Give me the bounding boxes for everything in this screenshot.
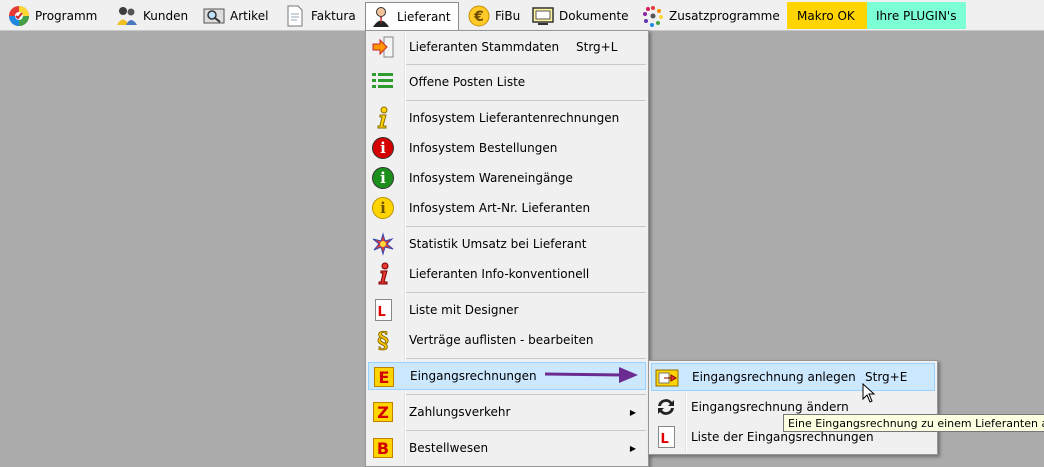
menu-item-label: Bestellwesen xyxy=(409,441,489,455)
menu-label: Artikel xyxy=(230,8,269,23)
menu-lieferant[interactable]: Lieferant xyxy=(365,2,459,31)
submenu-arrow-icon: ▶ xyxy=(629,407,636,417)
menu-item-label: Offene Posten Liste xyxy=(409,75,526,89)
letter-z: Z xyxy=(373,402,393,422)
refresh-icon xyxy=(654,395,678,419)
menu-label: Lieferant xyxy=(397,10,451,24)
makro-ok-button[interactable]: Makro OK xyxy=(787,2,867,29)
letter-b: B xyxy=(373,438,393,458)
menu-item-lieferanten-info-konventionell[interactable]: Lieferanten Info-konventionell xyxy=(368,260,646,288)
list-document-icon: L xyxy=(654,425,678,449)
letter-b-icon: B xyxy=(371,436,395,460)
menu-item-label: Infosystem Lieferantenrechnungen xyxy=(409,111,620,125)
shortcut-text: Strg+L xyxy=(576,40,618,54)
colorful-circle-icon xyxy=(8,5,30,27)
menu-separator xyxy=(406,292,646,293)
menu-dokumente[interactable]: Dokumente xyxy=(528,2,632,29)
menu-programm[interactable]: Programm xyxy=(4,2,104,29)
letter-e: E xyxy=(374,367,394,387)
menu-item-lieferanten-stammdaten[interactable]: Lieferanten Stammdaten Strg+L xyxy=(368,33,646,61)
menu-fibu[interactable]: € FiBu xyxy=(464,2,524,29)
yellow-circle-info-icon: i xyxy=(371,196,395,220)
letter-z-icon: Z xyxy=(371,400,395,424)
menu-label: Dokumente xyxy=(559,8,629,23)
menu-label: Zusatzprogramme xyxy=(669,8,780,23)
invoice-add-icon xyxy=(655,366,679,390)
menu-separator xyxy=(406,430,646,431)
menu-item-bestellwesen[interactable]: B Bestellwesen ▶ xyxy=(368,434,646,462)
menu-item-infosystem-wareneingaenge[interactable]: i Infosystem Wareneingänge xyxy=(368,164,646,192)
menu-item-label: Statistik Umsatz bei Lieferant xyxy=(409,237,587,251)
menu-item-label: Liste mit Designer xyxy=(409,303,519,317)
menu-separator xyxy=(406,226,646,227)
shortcut-text: Strg+E xyxy=(865,370,908,384)
makro-label: Makro OK xyxy=(797,8,855,23)
red-info-icon: i xyxy=(371,136,395,160)
menu-item-label: Liste der Eingangsrechnungen xyxy=(691,430,874,444)
magnifier-box-icon xyxy=(203,5,225,27)
menu-item-eingangsrechnungen[interactable]: E Eingangsrechnungen xyxy=(368,362,646,390)
menu-label: Faktura xyxy=(311,8,356,23)
yellow-info-icon xyxy=(371,106,395,130)
menu-item-label: Infosystem Art-Nr. Lieferanten xyxy=(409,201,591,215)
green-info-icon: i xyxy=(371,166,395,190)
menu-separator xyxy=(406,394,646,395)
tooltip: Eine Eingangsrechnung zu einem Lieferant… xyxy=(783,414,1044,432)
people-icon xyxy=(116,5,138,27)
menu-item-statistik-umsatz[interactable]: Statistik Umsatz bei Lieferant xyxy=(368,230,646,258)
menu-item-label: Eingangsrechnung anlegen xyxy=(692,370,856,384)
menu-item-infosystem-bestellungen[interactable]: i Infosystem Bestellungen xyxy=(368,134,646,162)
plugin-label: Ihre PLUGIN's xyxy=(876,8,957,23)
submenu-arrow-icon: ▶ xyxy=(629,443,636,453)
person-icon xyxy=(370,6,392,28)
red-info-figure-icon xyxy=(371,262,395,286)
menu-label: Programm xyxy=(35,8,98,23)
menu-item-offene-posten[interactable]: Offene Posten Liste xyxy=(368,68,646,96)
menu-separator xyxy=(406,100,646,101)
menu-label: Kunden xyxy=(143,8,189,23)
menu-item-eingangsrechnung-anlegen[interactable]: Eingangsrechnung anlegen Strg+E xyxy=(651,363,935,391)
menu-item-label: Zahlungsverkehr xyxy=(409,405,511,419)
menu-item-label: Eingangsrechnungen xyxy=(410,369,537,383)
menu-kunden[interactable]: Kunden xyxy=(112,2,192,29)
svg-text:§: § xyxy=(377,328,389,352)
menu-separator xyxy=(406,358,646,359)
lieferant-menu: Lieferanten Stammdaten Strg+L Offene Pos… xyxy=(365,30,649,467)
menu-item-label: Eingangsrechnung ändern xyxy=(691,400,849,414)
menu-item-label: Verträge auflisten - bearbeiten xyxy=(409,333,594,347)
menu-bar: Programm Kunden Artikel Faktura Lieferan… xyxy=(0,0,1044,31)
pinwheel-icon xyxy=(642,5,664,27)
menu-item-infosystem-lieferantenrechnungen[interactable]: Infosystem Lieferantenrechnungen xyxy=(368,104,646,132)
menu-faktura[interactable]: Faktura xyxy=(280,2,360,29)
enter-arrow-icon xyxy=(371,35,395,59)
menu-artikel[interactable]: Artikel xyxy=(199,2,275,29)
svg-text:€: € xyxy=(473,9,484,25)
green-list-icon xyxy=(371,70,395,94)
letter-e-icon: E xyxy=(372,365,396,389)
menu-item-liste-mit-designer[interactable]: L Liste mit Designer xyxy=(368,296,646,324)
eingangsrechnungen-submenu: Eingangsrechnung anlegen Strg+E Eingangs… xyxy=(648,360,938,455)
menu-item-label: Infosystem Wareneingänge xyxy=(409,171,573,185)
mouse-cursor-icon xyxy=(862,383,876,403)
menu-zusatzprogramme[interactable]: Zusatzprogramme xyxy=(638,2,782,29)
menu-label: FiBu xyxy=(495,8,521,23)
menu-item-label: Lieferanten Info-konventionell xyxy=(409,267,590,281)
star-burst-icon xyxy=(371,232,395,256)
monitor-icon xyxy=(532,5,554,27)
menu-item-zahlungsverkehr[interactable]: Z Zahlungsverkehr ▶ xyxy=(368,398,646,426)
menu-separator xyxy=(406,64,646,65)
menu-item-vertraege[interactable]: § Verträge auflisten - bearbeiten xyxy=(368,326,646,354)
document-icon xyxy=(284,5,306,27)
euro-icon: € xyxy=(468,5,490,27)
plugins-button[interactable]: Ihre PLUGIN's xyxy=(867,2,966,29)
list-document-icon: L xyxy=(371,298,395,322)
menu-item-infosystem-art-nr[interactable]: i Infosystem Art-Nr. Lieferanten xyxy=(368,194,646,222)
menu-item-label: Lieferanten Stammdaten xyxy=(409,40,560,54)
menu-item-label: Infosystem Bestellungen xyxy=(409,141,558,155)
paragraph-icon: § xyxy=(371,328,395,352)
